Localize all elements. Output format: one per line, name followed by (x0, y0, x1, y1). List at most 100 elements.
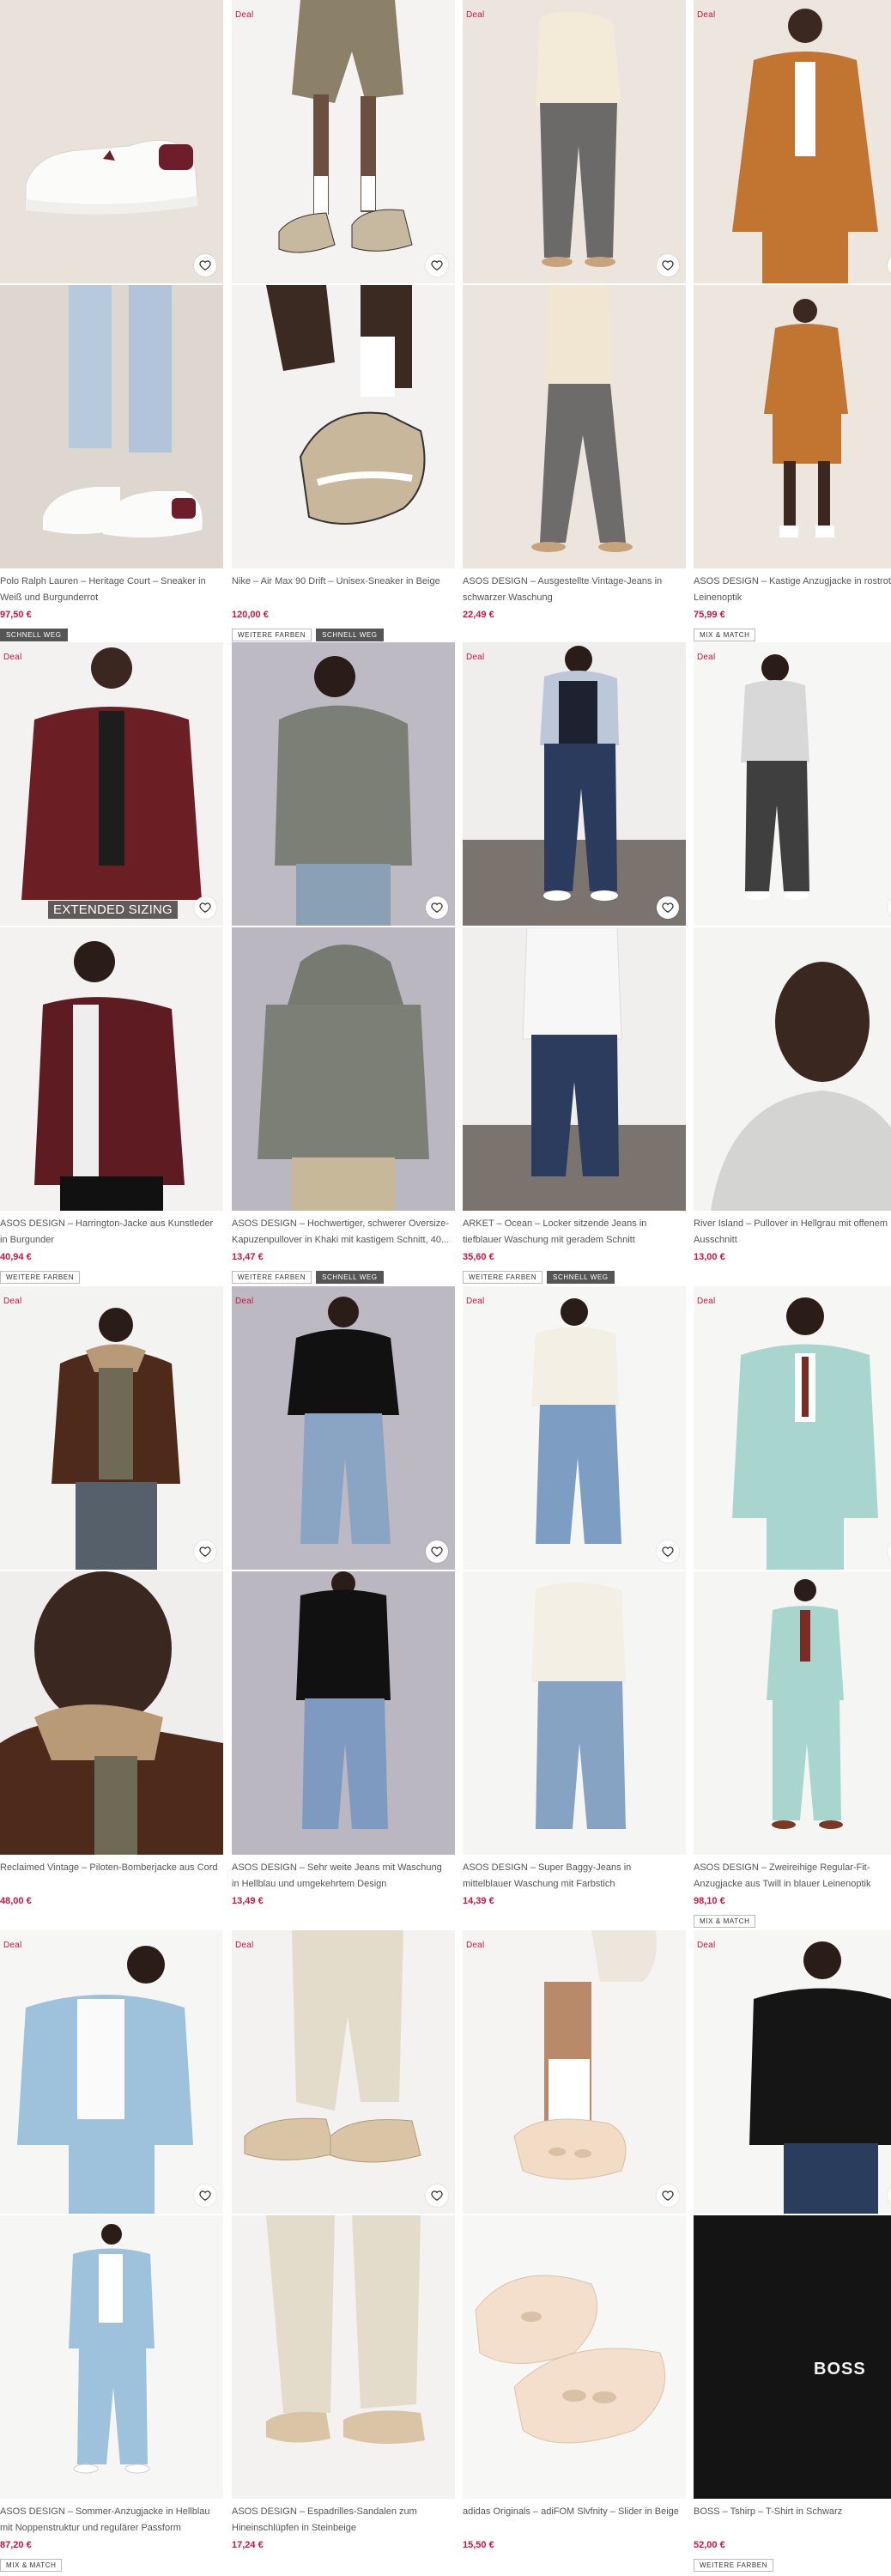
product-title[interactable]: ARKET – Ocean – Locker sitzende Jeans in… (463, 1216, 686, 1249)
product-card[interactable]: Deal ASOS DESIGN – Kastige Anzugjacke in… (694, 0, 891, 642)
heart-icon[interactable] (194, 2184, 216, 2207)
product-image-secondary[interactable] (0, 927, 223, 1211)
product-image-primary[interactable]: Deal (694, 1286, 891, 1570)
product-card[interactable]: ASOS DESIGN – Hochwertiger, schwerer Ove… (232, 642, 455, 1285)
product-image-secondary[interactable] (232, 927, 455, 1211)
product-price: 97,50 € (0, 610, 32, 620)
product-title[interactable]: Reclaimed Vintage – Piloten-Bomberjacke … (0, 1860, 223, 1893)
badge-more-colors: WEITERE FARBEN (232, 1271, 312, 1284)
product-price: 13,49 € (232, 1896, 264, 1906)
product-image-secondary[interactable]: BOSS (694, 2215, 891, 2499)
product-title[interactable]: River Island – Pullover in Hellgrau mit … (694, 1216, 891, 1249)
product-title[interactable]: ASOS DESIGN – Sommer-Anzugjacke in Hellb… (0, 2504, 223, 2537)
product-title[interactable]: ASOS DESIGN – Kastige Anzugjacke in rost… (694, 574, 891, 606)
product-image-primary[interactable]: Deal (232, 1286, 455, 1570)
product-title[interactable]: ASOS DESIGN – Espadrilles-Sandalen zum H… (232, 2504, 455, 2537)
product-card[interactable]: Polo Ralph Lauren – Heritage Court – Sne… (0, 0, 223, 642)
product-title[interactable]: ASOS DESIGN – Super Baggy-Jeans in mitte… (463, 1860, 686, 1893)
product-image-primary[interactable]: Deal (694, 642, 891, 926)
deal-label: Deal (466, 1941, 485, 1950)
product-card[interactable]: Deal River Island – Pullover in Hellgrau… (694, 642, 891, 1285)
product-price: 120,00 € (232, 610, 269, 620)
product-card[interactable]: Deal ASOS DESIGN – Ausgestellte Vintage-… (463, 0, 686, 642)
product-badges: MIX & MATCH (694, 1915, 891, 1929)
heart-icon[interactable] (194, 896, 216, 919)
product-image-primary[interactable] (0, 0, 223, 283)
product-price: 15,50 € (463, 2540, 494, 2550)
product-card[interactable]: Deal Reclaimed Vintage – Piloten-Bomberj… (0, 1286, 223, 1929)
product-title[interactable]: ASOS DESIGN – Ausgestellte Vintage-Jeans… (463, 574, 686, 606)
product-image-primary[interactable]: Deal (232, 1930, 455, 2214)
product-title[interactable]: ASOS DESIGN – Sehr weite Jeans mit Wasch… (232, 1860, 455, 1893)
product-title[interactable]: adidas Originals – adiFOM Slvfnity – Sli… (463, 2504, 686, 2537)
heart-icon[interactable] (426, 254, 448, 276)
product-card[interactable]: Deal Nike – Air Max 90 Drift – Unisex-Sn… (232, 0, 455, 642)
product-card[interactable]: Deal ARKET – Ocean – Locker sitzende Jea… (463, 642, 686, 1285)
product-card[interactable]: Deal ASOS DESIGN – Sommer-Anzugjacke in … (0, 1930, 223, 2573)
product-image-secondary[interactable] (463, 927, 686, 1211)
badge-more-colors: WEITERE FARBEN (463, 1271, 543, 1284)
heart-icon[interactable] (657, 2184, 679, 2207)
deal-label: Deal (466, 10, 485, 20)
heart-icon[interactable] (426, 1540, 448, 1563)
product-card[interactable]: Deal BOSS BOSS – Tshirp – T-Shirt in Sch… (694, 1930, 891, 2573)
product-image-secondary[interactable] (232, 1571, 455, 1855)
product-price: 75,99 € (694, 610, 725, 620)
product-price: 17,24 € (232, 2540, 264, 2550)
product-image-primary[interactable]: Deal EXTENDED SIZING (0, 642, 223, 926)
product-title[interactable]: ASOS DESIGN – Harrington-Jacke aus Kunst… (0, 1216, 223, 1249)
product-card[interactable]: Deal ASOS DESIGN – Zweireihige Regular-F… (694, 1286, 891, 1929)
product-image-secondary[interactable] (463, 2215, 686, 2499)
heart-icon[interactable] (194, 254, 216, 276)
heart-icon[interactable] (657, 1540, 679, 1563)
product-title[interactable]: Polo Ralph Lauren – Heritage Court – Sne… (0, 574, 223, 606)
product-card[interactable]: Deal ASOS DESIGN – Sehr weite Jeans mit … (232, 1286, 455, 1929)
product-image-secondary[interactable] (0, 2215, 223, 2499)
product-image-primary[interactable]: Deal (463, 642, 686, 926)
badge-fast-selling: SCHNELL WEG (316, 1271, 384, 1284)
product-badges: MIX & MATCH (694, 629, 891, 642)
badge-more-colors: WEITERE FARBEN (0, 1271, 81, 1284)
product-image-primary[interactable]: Deal (0, 1286, 223, 1570)
product-image-primary[interactable]: Deal (463, 1286, 686, 1570)
product-image-secondary[interactable] (694, 927, 891, 1211)
product-image-primary[interactable]: Deal (463, 0, 686, 283)
deal-label: Deal (3, 1941, 22, 1950)
product-image-secondary[interactable] (463, 1571, 686, 1855)
product-grid: Polo Ralph Lauren – Heritage Court – Sne… (0, 0, 891, 2576)
product-image-primary[interactable]: Deal (0, 1930, 223, 2214)
product-title[interactable]: ASOS DESIGN – Hochwertiger, schwerer Ove… (232, 1216, 455, 1249)
product-image-secondary[interactable] (232, 2215, 455, 2499)
product-image-primary[interactable]: Deal (463, 1930, 686, 2214)
product-card[interactable]: Deal ASOS DESIGN – Super Baggy-Jeans in … (463, 1286, 686, 1929)
product-image-secondary[interactable] (694, 285, 891, 568)
product-title[interactable]: ASOS DESIGN – Zweireihige Regular-Fit-An… (694, 1860, 891, 1893)
product-title[interactable]: BOSS – Tshirp – T-Shirt in Schwarz (694, 2504, 891, 2537)
product-image-secondary[interactable] (694, 1571, 891, 1855)
product-card[interactable]: Deal ASOS DESIGN – Espadrilles-Sandalen … (232, 1930, 455, 2573)
product-card[interactable]: Deal adidas Originals – adiFOM Slvfnity … (463, 1930, 686, 2573)
product-image-primary[interactable] (232, 642, 455, 926)
product-badges: SCHNELL WEG (0, 629, 223, 642)
product-price: 40,94 € (0, 1252, 32, 1262)
product-image-secondary[interactable] (0, 1571, 223, 1855)
product-image-secondary[interactable] (463, 285, 686, 568)
product-image-secondary[interactable] (232, 285, 455, 568)
heart-icon[interactable] (426, 896, 448, 919)
product-image-primary[interactable]: Deal (694, 1930, 891, 2214)
heart-icon[interactable] (657, 896, 679, 919)
product-image-primary[interactable]: Deal (694, 0, 891, 283)
heart-icon[interactable] (657, 254, 679, 276)
product-image-secondary[interactable] (0, 285, 223, 568)
heart-icon[interactable] (426, 2184, 448, 2207)
product-image-primary[interactable]: Deal (232, 0, 455, 283)
heart-icon[interactable] (194, 1540, 216, 1563)
product-title[interactable]: Nike – Air Max 90 Drift – Unisex-Sneaker… (232, 574, 455, 606)
badge-mix-match: MIX & MATCH (694, 629, 756, 641)
badge-fast-selling: SCHNELL WEG (547, 1271, 615, 1284)
deal-label: Deal (697, 653, 716, 662)
product-badges (694, 1271, 891, 1285)
deal-label: Deal (466, 1297, 485, 1306)
product-card[interactable]: Deal EXTENDED SIZING ASOS DESIGN – Harri… (0, 642, 223, 1285)
product-price: 98,10 € (694, 1896, 725, 1906)
